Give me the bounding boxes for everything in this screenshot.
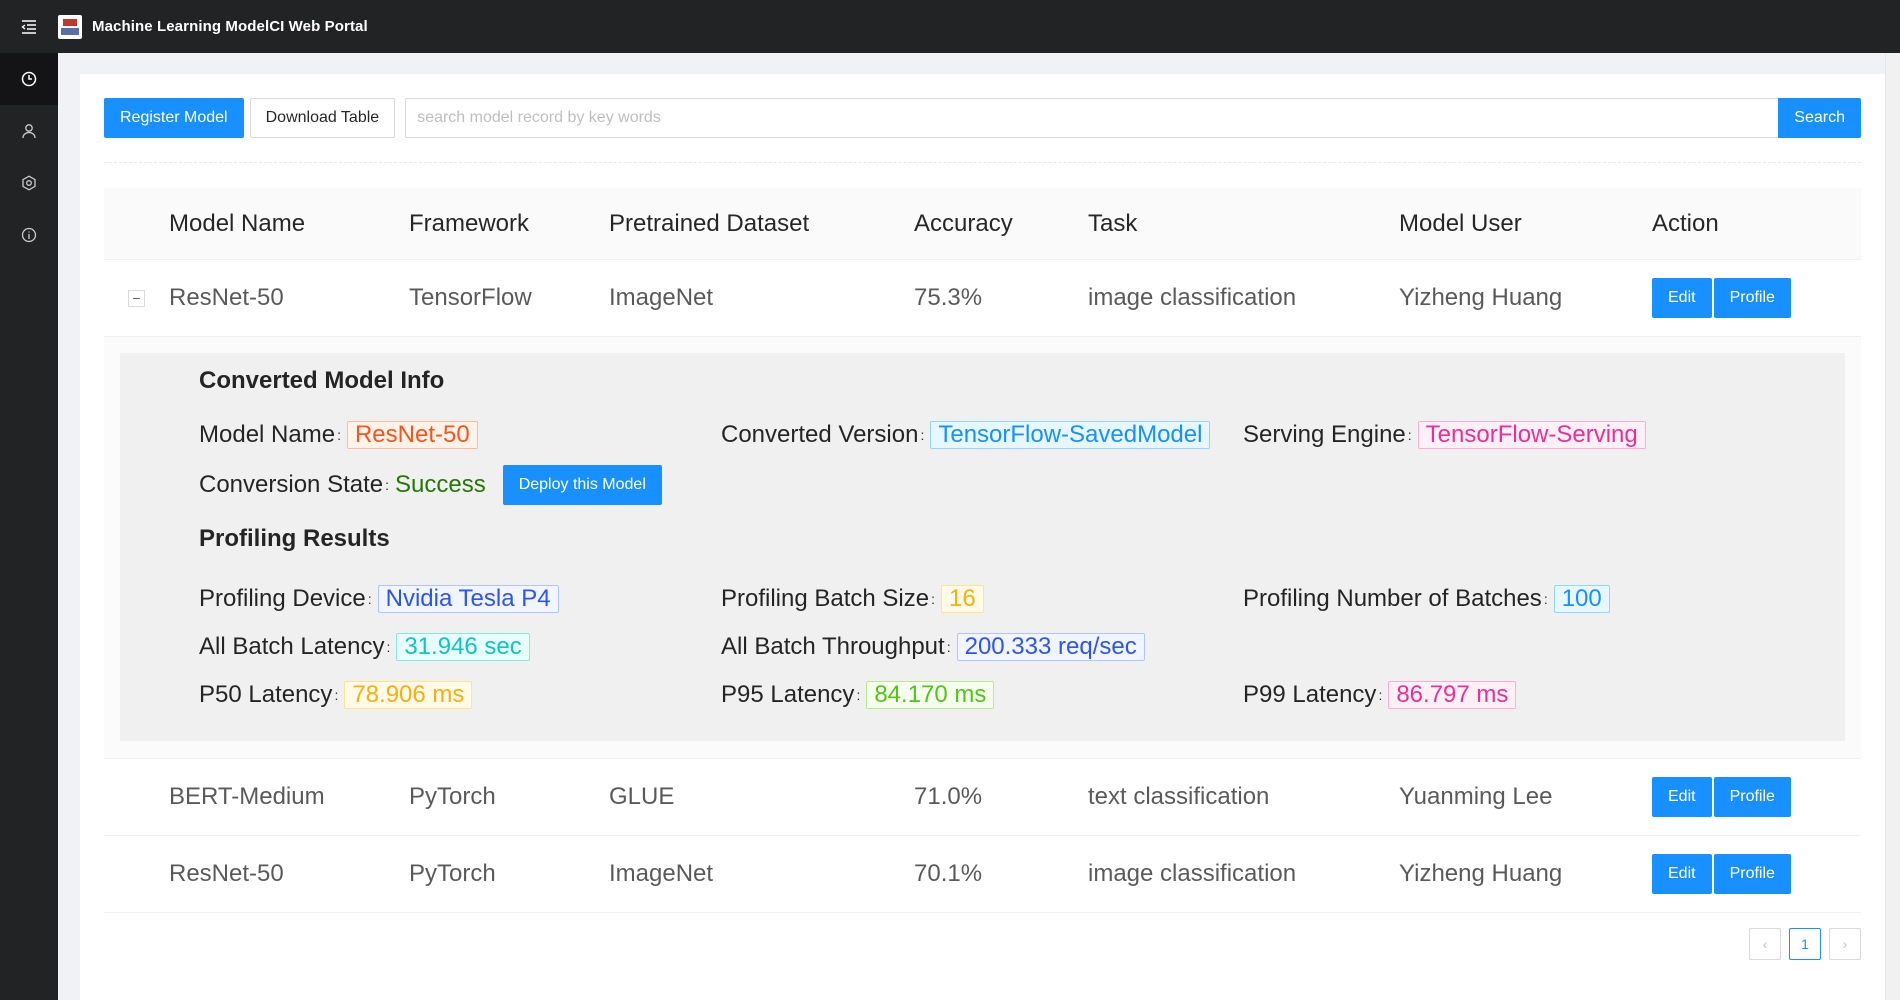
edit-button[interactable]: Edit — [1652, 278, 1712, 318]
cell-actions: Edit Profile — [1652, 278, 1861, 318]
model-name-tag: ResNet-50 — [346, 421, 478, 449]
cell-dataset: ImageNet — [609, 284, 714, 311]
profile-button[interactable]: Profile — [1713, 777, 1791, 817]
profiling-batch-size-tag: 16 — [941, 585, 984, 613]
cell-task: image classification — [1088, 860, 1297, 887]
settings-icon — [22, 175, 36, 191]
profiling-device-item: Profiling Device: Nvidia Tesla P4 — [199, 585, 721, 613]
cell-framework: PyTorch — [409, 860, 496, 887]
cell-task: text classification — [1088, 783, 1270, 810]
cell-accuracy: 71.0% — [914, 783, 983, 810]
table-row: ResNet-50 PyTorch ImageNet 70.1% image c… — [104, 836, 1861, 913]
prev-page-button[interactable]: ‹ — [1749, 928, 1781, 960]
p50-latency-item: P50 Latency: 78.906 ms — [199, 681, 721, 709]
cell-task: image classification — [1088, 284, 1297, 311]
toolbar: Register Model Download Table Search — [104, 98, 1861, 138]
sidebar-item-dashboard[interactable] — [0, 53, 58, 105]
all-batch-latency-tag: 31.946 sec — [396, 633, 530, 661]
column-header-accuracy: Accuracy — [914, 209, 1013, 237]
profile-button[interactable]: Profile — [1713, 854, 1791, 894]
cell-dataset: GLUE — [609, 783, 675, 810]
profiling-device-tag: Nvidia Tesla P4 — [377, 585, 559, 613]
model-table: Model Name Framework Pretrained Dataset … — [104, 188, 1861, 913]
converted-model-info-title: Converted Model Info — [199, 367, 445, 394]
search-button[interactable]: Search — [1778, 98, 1861, 138]
column-header-model-user: Model User — [1399, 209, 1522, 237]
menu-toggle-icon[interactable] — [0, 0, 58, 53]
register-model-button[interactable]: Register Model — [104, 98, 244, 138]
conversion-state-value: Success — [395, 471, 486, 498]
edit-button[interactable]: Edit — [1652, 777, 1712, 817]
p99-latency-tag: 86.797 ms — [1388, 681, 1517, 709]
cell-actions: Edit Profile — [1652, 777, 1861, 817]
expanded-row: Converted Model Info Model Name: ResNet-… — [104, 337, 1861, 759]
all-batch-latency-item: All Batch Latency: 31.946 sec — [199, 633, 721, 661]
cell-model-name: ResNet-50 — [169, 860, 284, 887]
edit-button[interactable]: Edit — [1652, 854, 1712, 894]
deploy-model-button[interactable]: Deploy this Model — [502, 465, 662, 505]
vertical-scrollbar[interactable] — [1885, 53, 1900, 1000]
cell-model-user: Yizheng Huang — [1399, 860, 1563, 887]
column-header-dataset: Pretrained Dataset — [609, 209, 810, 237]
app-logo — [58, 14, 82, 39]
table-header: Model Name Framework Pretrained Dataset … — [104, 188, 1861, 260]
page-1-button[interactable]: 1 — [1789, 928, 1821, 960]
sidebar-item-settings[interactable] — [0, 157, 58, 209]
all-batch-throughput-item: All Batch Throughput: 200.333 req/sec — [721, 633, 1243, 661]
app-title: Machine Learning ModelCI Web Portal — [92, 18, 368, 35]
column-header-task: Task — [1088, 209, 1138, 237]
sidebar — [0, 53, 58, 1000]
column-header-framework: Framework — [409, 209, 530, 237]
info-icon — [21, 227, 37, 243]
collapse-row-icon[interactable]: − — [128, 289, 145, 307]
cell-model-user: Yizheng Huang — [1399, 284, 1563, 311]
main-content: Register Model Download Table Search Mod… — [80, 74, 1885, 1000]
cell-dataset: ImageNet — [609, 860, 714, 887]
user-icon — [22, 124, 36, 139]
cell-accuracy: 75.3% — [914, 284, 983, 311]
model-name-item: Model Name: ResNet-50 — [199, 421, 721, 449]
cell-accuracy: 70.1% — [914, 860, 983, 887]
sidebar-item-info[interactable] — [0, 209, 58, 261]
sidebar-item-user[interactable] — [0, 105, 58, 157]
serving-engine-tag: TensorFlow-Serving — [1417, 421, 1646, 449]
table-row: BERT-Medium PyTorch GLUE 71.0% text clas… — [104, 759, 1861, 836]
p95-latency-tag: 84.170 ms — [866, 681, 995, 709]
p99-latency-item: P99 Latency: 86.797 ms — [1243, 681, 1765, 709]
profiling-num-batches-item: Profiling Number of Batches: 100 — [1243, 585, 1765, 613]
converted-version-tag: TensorFlow-SavedModel — [930, 421, 1211, 449]
cell-model-user: Yuanming Lee — [1399, 783, 1553, 810]
download-table-button[interactable]: Download Table — [249, 98, 396, 138]
cell-model-name: BERT-Medium — [169, 783, 325, 810]
next-page-button[interactable]: › — [1829, 928, 1861, 960]
dashboard-icon — [21, 71, 37, 87]
converted-model-panel: Converted Model Info Model Name: ResNet-… — [120, 353, 1845, 741]
cell-actions: Edit Profile — [1652, 854, 1861, 894]
top-bar: Machine Learning ModelCI Web Portal — [0, 0, 1900, 53]
pagination: ‹ 1 › — [1749, 928, 1861, 960]
column-header-action: Action — [1652, 209, 1719, 237]
divider — [104, 162, 1861, 163]
table-row: − ResNet-50 TensorFlow ImageNet 75.3% im… — [104, 260, 1861, 337]
p50-latency-tag: 78.906 ms — [344, 681, 473, 709]
all-batch-throughput-tag: 200.333 req/sec — [956, 633, 1145, 661]
serving-engine-item: Serving Engine: TensorFlow-Serving — [1243, 421, 1765, 449]
profiling-results-title: Profiling Results — [199, 525, 390, 552]
cell-framework: PyTorch — [409, 783, 496, 810]
search-input[interactable] — [405, 98, 1779, 138]
cell-model-name: ResNet-50 — [169, 284, 284, 311]
profile-button[interactable]: Profile — [1713, 278, 1791, 318]
p95-latency-item: P95 Latency: 84.170 ms — [721, 681, 1243, 709]
profiling-num-batches-tag: 100 — [1553, 585, 1610, 613]
profiling-batch-size-item: Profiling Batch Size: 16 — [721, 585, 1243, 613]
column-header-model-name: Model Name — [169, 209, 306, 237]
conversion-state-item: Conversion State: Success Deploy this Mo… — [199, 465, 662, 505]
cell-framework: TensorFlow — [409, 284, 532, 311]
converted-version-item: Converted Version: TensorFlow-SavedModel — [721, 421, 1243, 449]
